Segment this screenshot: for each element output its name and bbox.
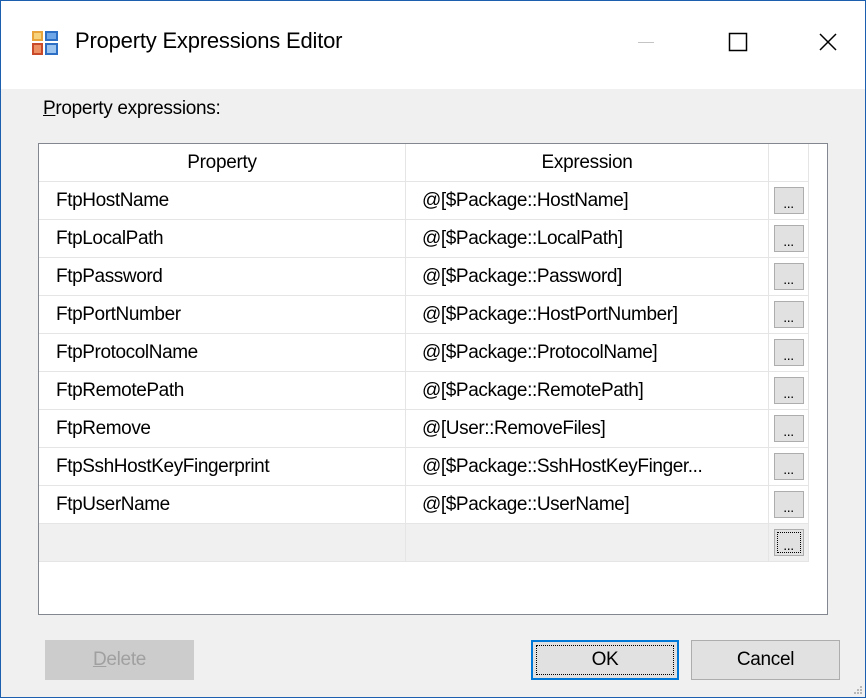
title-bar[interactable]: Property Expressions Editor [1, 1, 865, 89]
expression-cell[interactable]: @[$Package::HostPortNumber] [406, 296, 769, 334]
ellipsis-cell: ... [769, 182, 809, 220]
table-row[interactable]: FtpPortNumber @[$Package::HostPortNumber]… [39, 296, 809, 334]
maximize-icon [728, 32, 748, 52]
table-row[interactable]: FtpProtocolName @[$Package::ProtocolName]… [39, 334, 809, 372]
close-icon [819, 33, 837, 51]
ellipsis-cell: ... [769, 410, 809, 448]
cancel-button[interactable]: Cancel [691, 640, 840, 680]
minimize-button[interactable] [611, 17, 681, 67]
edit-expression-button[interactable]: ... [773, 339, 804, 366]
table-row[interactable]: FtpRemove @[User::RemoveFiles]... [39, 410, 809, 448]
expression-cell[interactable]: @[$Package::Password] [406, 258, 769, 296]
grid-header: Property Expression [39, 144, 809, 182]
table-row[interactable]: FtpLocalPath @[$Package::LocalPath]... [39, 220, 809, 258]
property-expressions-editor-window: Property Expressions Editor Property exp… [0, 0, 866, 698]
expression-cell[interactable]: @[$Package::ProtocolName] [406, 334, 769, 372]
property-expressions-app-icon [32, 31, 58, 55]
property-cell[interactable]: FtpLocalPath [39, 220, 406, 258]
delete-button[interactable]: Delete [45, 640, 194, 680]
new-row-property-cell[interactable] [39, 524, 406, 562]
property-cell[interactable]: FtpPortNumber [39, 296, 406, 334]
ellipsis-cell: ... [769, 258, 809, 296]
edit-expression-button[interactable]: ... [773, 187, 804, 214]
window-title: Property Expressions Editor [75, 28, 343, 53]
property-expressions-label: Property expressions: [43, 98, 221, 120]
maximize-button[interactable] [703, 17, 773, 67]
table-row[interactable]: FtpRemotePath @[$Package::RemotePath]... [39, 372, 809, 410]
ok-button[interactable]: OK [531, 640, 679, 680]
ellipsis-cell: ... [769, 448, 809, 486]
table-row[interactable]: FtpSshHostKeyFingerprint @[$Package::SshH… [39, 448, 809, 486]
expression-cell[interactable]: @[$Package::SshHostKeyFinger... [406, 448, 769, 486]
label-text: roperty expressions: [55, 98, 221, 119]
resize-grip-icon[interactable] [851, 683, 863, 695]
expression-cell[interactable]: @[$Package::HostName] [406, 182, 769, 220]
ellipsis-cell: ... [769, 334, 809, 372]
property-cell[interactable]: FtpUserName [39, 486, 406, 524]
property-cell[interactable]: FtpSshHostKeyFingerprint [39, 448, 406, 486]
minimize-icon [638, 42, 654, 43]
ellipsis-cell: ... [769, 220, 809, 258]
property-cell[interactable]: FtpPassword [39, 258, 406, 296]
table-row[interactable]: FtpPassword @[$Package::Password]... [39, 258, 809, 296]
edit-expression-button[interactable]: ... [773, 263, 804, 290]
ellipsis-cell: ... [769, 296, 809, 334]
cancel-label: Cancel [736, 649, 795, 670]
focus-ring [536, 645, 674, 675]
table-row[interactable]: FtpHostName @[$Package::HostName]... [39, 182, 809, 220]
close-button[interactable] [793, 17, 863, 67]
edit-expression-button[interactable]: ... [773, 491, 804, 518]
ellipsis-cell: ... [769, 486, 809, 524]
ellipsis-cell: ... [769, 524, 809, 562]
delete-label: elete [106, 649, 147, 670]
edit-expression-button[interactable]: ... [773, 453, 804, 480]
expression-cell[interactable]: @[$Package::RemotePath] [406, 372, 769, 410]
delete-access-key: D [92, 649, 107, 670]
grid-rows: FtpHostName @[$Package::HostName]... FtpLo… [39, 182, 809, 562]
property-cell[interactable]: FtpProtocolName [39, 334, 406, 372]
new-row[interactable]: ... [39, 524, 809, 562]
edit-expression-button[interactable]: ... [773, 377, 804, 404]
edit-expression-button[interactable]: ... [773, 529, 804, 556]
column-header-button [769, 144, 809, 182]
table-row[interactable]: FtpUserName @[$Package::UserName]... [39, 486, 809, 524]
edit-expression-button[interactable]: ... [773, 301, 804, 328]
edit-expression-button[interactable]: ... [773, 225, 804, 252]
expression-cell[interactable]: @[$Package::LocalPath] [406, 220, 769, 258]
new-row-expression-cell[interactable] [406, 524, 769, 562]
ellipsis-cell: ... [769, 372, 809, 410]
expression-cell[interactable]: @[$Package::UserName] [406, 486, 769, 524]
label-access-key: P [43, 98, 56, 119]
property-cell[interactable]: FtpRemotePath [39, 372, 406, 410]
property-expressions-grid[interactable]: Property Expression FtpHostName @[$Packag… [38, 143, 828, 615]
property-cell[interactable]: FtpHostName [39, 182, 406, 220]
column-header-property[interactable]: Property [39, 144, 406, 182]
column-header-expression[interactable]: Expression [406, 144, 769, 182]
expression-cell[interactable]: @[User::RemoveFiles] [406, 410, 769, 448]
property-cell[interactable]: FtpRemove [39, 410, 406, 448]
edit-expression-button[interactable]: ... [773, 415, 804, 442]
